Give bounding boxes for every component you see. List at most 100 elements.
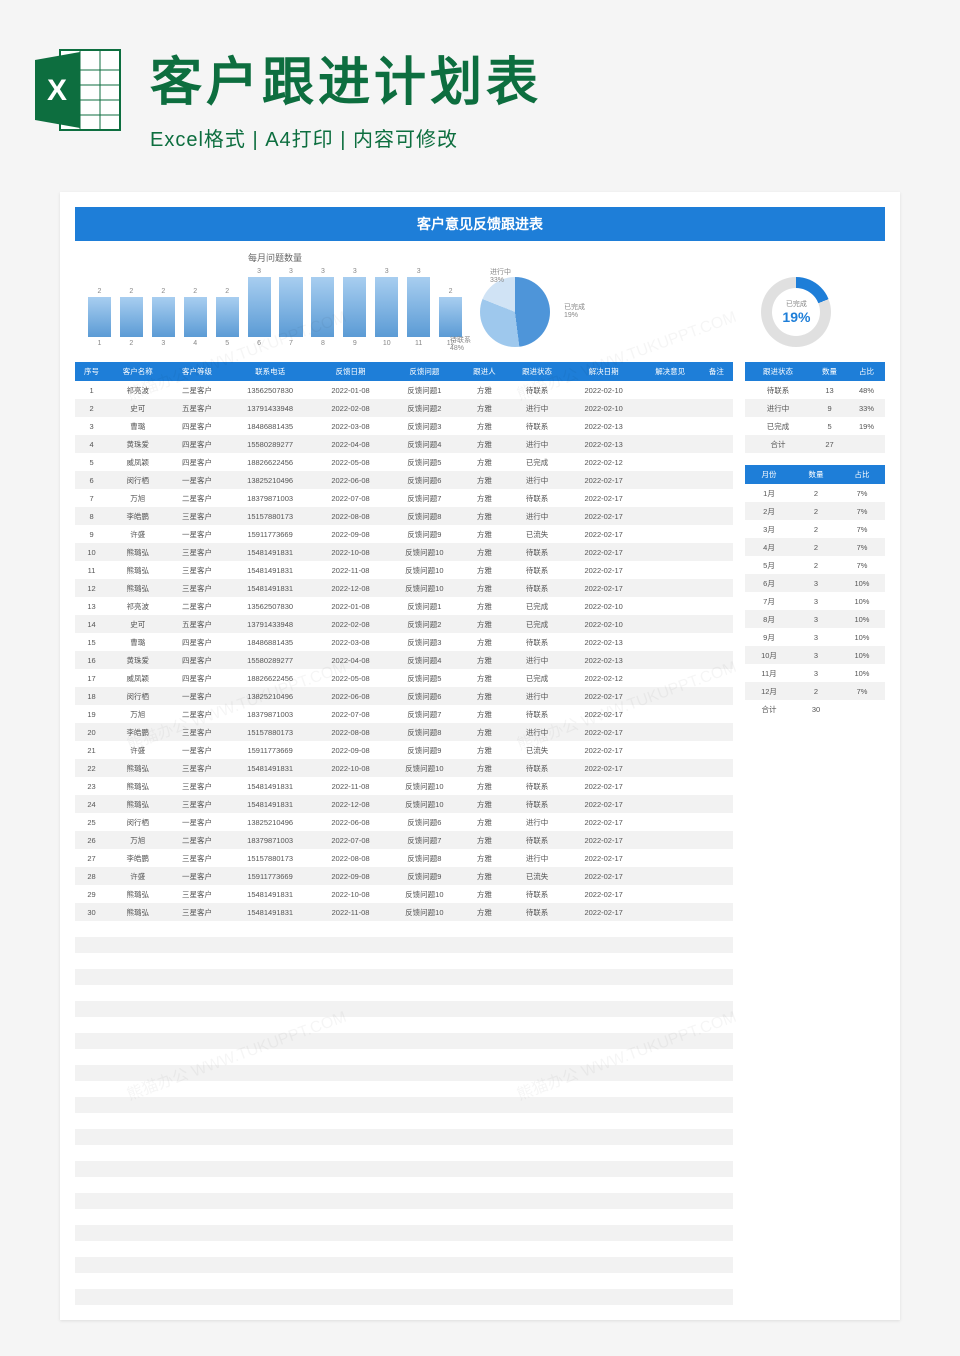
main-row: 29熊璐弘三星客户154814918312022-10-08反馈问题10方雅待联…: [75, 885, 733, 903]
month-row: 7月310%: [745, 592, 885, 610]
month-row: 10月310%: [745, 646, 885, 664]
main-row: 20李皓鹏三星客户151578801732022-08-08反馈问题8方雅进行中…: [75, 723, 733, 741]
main-header: 跟进状态: [507, 362, 566, 381]
main-header: 联系电话: [227, 362, 314, 381]
excel-icon: X: [30, 40, 130, 140]
bar-col: 22: [117, 288, 146, 347]
main-row: 17威凤颖四星客户188266224562022-05-08反馈问题5方雅已完成…: [75, 669, 733, 687]
sheet-title: 客户意见反馈跟进表: [75, 207, 885, 241]
bar-chart: 每月问题数量 212223242536373839310311212: [80, 251, 470, 347]
month-table: 月份数量占比 1月27%2月27%3月27%4月27%5月27%6月310%7月…: [745, 465, 885, 718]
main-header: 反馈问题: [387, 362, 461, 381]
main-row: 30熊璐弘三星客户154814918312022-11-08反馈问题10方雅待联…: [75, 903, 733, 921]
main-row: 24熊璐弘三星客户154814918312022-12-08反馈问题10方雅待联…: [75, 795, 733, 813]
bar-col: 25: [213, 288, 242, 347]
main-table: 序号客户名称客户等级联系电话反馈日期反馈问题跟进人跟进状态解决日期解决意见备注 …: [75, 362, 733, 1305]
donut-pct: 19%: [782, 309, 810, 325]
bar-col: 311: [404, 268, 433, 347]
main-row: 6闵行栖一星客户138252104962022-06-08反馈问题6方雅进行中2…: [75, 471, 733, 489]
empty-row: [75, 1273, 733, 1289]
page-subtitle: Excel格式 | A4打印 | 内容可修改: [150, 123, 930, 152]
pie-chart: 进行中33% 已完成19% 待联系48%: [480, 277, 703, 347]
empty-row: [75, 1081, 733, 1097]
month-row: 合计30: [745, 700, 885, 718]
donut-label: 已完成: [786, 299, 807, 309]
empty-row: [75, 1193, 733, 1209]
main-header: 跟进人: [461, 362, 507, 381]
main-row: 8李皓鹏三星客户151578801732022-08-08反馈问题8方雅进行中2…: [75, 507, 733, 525]
main-header: 解决意见: [641, 362, 700, 381]
month-row: 8月310%: [745, 610, 885, 628]
main-row: 25闵行栖一星客户138252104962022-06-08反馈问题6方雅进行中…: [75, 813, 733, 831]
empty-row: [75, 985, 733, 1001]
empty-row: [75, 1225, 733, 1241]
empty-row: [75, 1257, 733, 1273]
empty-row: [75, 1145, 733, 1161]
empty-row: [75, 1001, 733, 1017]
empty-row: [75, 1241, 733, 1257]
main-row: 26万旭二星客户183798710032022-07-08反馈问题7方雅待联系2…: [75, 831, 733, 849]
bar-col: 38: [308, 268, 337, 347]
month-row: 1月27%: [745, 484, 885, 502]
empty-row: [75, 1113, 733, 1129]
main-row: 4黄珠爱四星客户155802892772022-04-08反馈问题4方雅进行中2…: [75, 435, 733, 453]
main-row: 21许盛一星客户159117736692022-09-08反馈问题9方雅已流失2…: [75, 741, 733, 759]
month-row: 4月27%: [745, 538, 885, 556]
month-row: 12月27%: [745, 682, 885, 700]
status-row: 进行中933%: [745, 399, 885, 417]
empty-row: [75, 1097, 733, 1113]
month-row: 11月310%: [745, 664, 885, 682]
main-row: 22熊璐弘三星客户154814918312022-10-08反馈问题10方雅待联…: [75, 759, 733, 777]
main-header: 客户等级: [167, 362, 226, 381]
main-row: 10熊璐弘三星客户154814918312022-10-08反馈问题10方雅待联…: [75, 543, 733, 561]
empty-row: [75, 1289, 733, 1305]
main-row: 28许盛一星客户159117736692022-09-08反馈问题9方雅已流失2…: [75, 867, 733, 885]
status-header: 占比: [848, 362, 885, 381]
bar-col: 23: [149, 288, 178, 347]
bar-chart-title: 每月问题数量: [80, 251, 470, 264]
main-row: 27李皓鹏三星客户151578801732022-08-08反馈问题8方雅进行中…: [75, 849, 733, 867]
empty-row: [75, 1161, 733, 1177]
page-title: 客户跟进计划表: [150, 40, 930, 115]
status-table: 跟进状态数量占比 待联系1348%进行中933%已完成519%合计27: [745, 362, 885, 453]
empty-row: [75, 969, 733, 985]
bar-col: 21: [85, 288, 114, 347]
charts-row: 每月问题数量 212223242536373839310311212 进行中33…: [75, 241, 885, 357]
bar-col: 24: [181, 288, 210, 347]
main-row: 18闵行栖一星客户138252104962022-06-08反馈问题6方雅进行中…: [75, 687, 733, 705]
empty-row: [75, 1049, 733, 1065]
month-header: 占比: [839, 465, 885, 484]
empty-row: [75, 921, 733, 937]
main-header: 备注: [700, 362, 733, 381]
status-header: 跟进状态: [745, 362, 811, 381]
bar-col: 310: [372, 268, 401, 347]
main-header: 序号: [75, 362, 108, 381]
month-row: 3月27%: [745, 520, 885, 538]
status-header: 数量: [811, 362, 848, 381]
month-header: 月份: [745, 465, 793, 484]
empty-row: [75, 1065, 733, 1081]
main-row: 9许盛一星客户159117736692022-09-08反馈问题9方雅已流失20…: [75, 525, 733, 543]
bar-col: 39: [340, 268, 369, 347]
main-row: 23熊璐弘三星客户154814918312022-11-08反馈问题10方雅待联…: [75, 777, 733, 795]
main-row: 12熊璐弘三星客户154814918312022-12-08反馈问题10方雅待联…: [75, 579, 733, 597]
main-row: 2史可五星客户137914339482022-02-08反馈问题2方雅进行中20…: [75, 399, 733, 417]
main-row: 3曹璐四星客户184868814352022-03-08反馈问题3方雅待联系20…: [75, 417, 733, 435]
main-row: 5威凤颖四星客户188266224562022-05-08反馈问题5方雅已完成2…: [75, 453, 733, 471]
pie-label-progress: 待联系48%: [450, 335, 471, 352]
status-row: 待联系1348%: [745, 381, 885, 399]
empty-row: [75, 1017, 733, 1033]
empty-row: [75, 1209, 733, 1225]
main-row: 15曹璐四星客户184868814352022-03-08反馈问题3方雅待联系2…: [75, 633, 733, 651]
main-row: 19万旭二星客户183798710032022-07-08反馈问题7方雅待联系2…: [75, 705, 733, 723]
pie-label-done: 进行中33%: [490, 267, 511, 284]
page-header: X 客户跟进计划表 Excel格式 | A4打印 | 内容可修改: [0, 0, 960, 172]
bar-col: 36: [245, 268, 274, 347]
month-row: 6月310%: [745, 574, 885, 592]
pie-label-pending: 已完成19%: [564, 302, 585, 319]
status-row: 合计27: [745, 435, 885, 453]
empty-row: [75, 937, 733, 953]
main-row: 13祁亮波二星客户135625078302022-01-08反馈问题1方雅已完成…: [75, 597, 733, 615]
month-row: 2月27%: [745, 502, 885, 520]
main-header: 解决日期: [567, 362, 641, 381]
